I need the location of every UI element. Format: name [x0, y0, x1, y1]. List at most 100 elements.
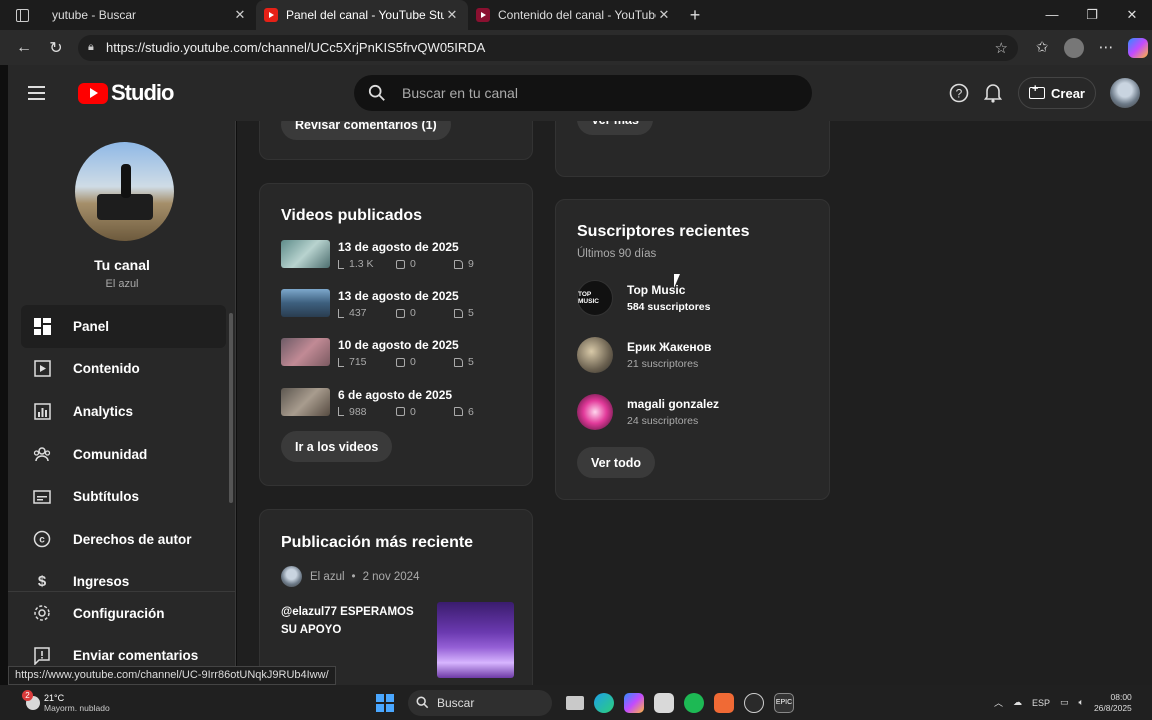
see-all-button[interactable]: Ver todo — [577, 447, 656, 478]
post-date: 2 nov 2024 — [362, 570, 420, 583]
file-explorer-icon[interactable] — [566, 695, 584, 710]
cloud-icon[interactable]: ☁ — [1013, 697, 1022, 708]
menu-icon[interactable] — [8, 86, 64, 100]
browser-tab-1[interactable]: ⌕ yutube - Buscar ✕ — [44, 0, 407, 30]
clock[interactable]: 08:00 26/8/2025 — [1094, 692, 1142, 714]
help-icon[interactable]: ? — [942, 76, 976, 110]
subscriber-avatar[interactable] — [577, 393, 613, 430]
like-icon — [454, 357, 463, 367]
tab-actions-icon[interactable] — [0, 0, 44, 30]
address-bar-row: ← ↻ 🔒︎ https://studio.youtube.com/channe… — [0, 30, 1152, 65]
like-icon — [454, 259, 463, 269]
profile-avatar[interactable] — [1064, 37, 1084, 58]
subscriber-avatar[interactable] — [577, 336, 613, 373]
url-field[interactable]: 🔒︎ https://studio.youtube.com/channel/UC… — [78, 34, 1018, 61]
see-more-button[interactable]: Ver más — [577, 121, 653, 135]
spotify-icon[interactable] — [684, 692, 704, 713]
close-icon[interactable]: ✕ — [232, 7, 248, 23]
subscriber-count: 24 suscriptores — [627, 414, 699, 427]
create-button[interactable]: Crear — [1018, 77, 1096, 109]
sidebar-item-subtitles[interactable]: Subtítulos — [21, 475, 226, 518]
youtube-icon — [476, 8, 490, 22]
start-button[interactable] — [376, 693, 394, 712]
site-info-icon[interactable]: 🔒︎ — [88, 41, 106, 54]
subscriber-row[interactable]: magali gonzalez 24 suscriptores — [577, 383, 817, 440]
notifications-bell-icon[interactable] — [976, 76, 1010, 110]
sidebar-item-analytics[interactable]: Analytics — [21, 390, 226, 433]
close-icon[interactable]: ✕ — [656, 7, 672, 23]
tray-chevron-icon[interactable]: ︿ — [994, 696, 1003, 709]
video-row[interactable]: 13 de agosto de 2025 437 0 5 — [281, 289, 521, 338]
latest-post-card: Publicación más reciente El azul • 2 nov… — [259, 509, 533, 685]
sidebar-item-copyright[interactable]: c Derechos de autor — [21, 518, 226, 561]
views-stat: 1.3 K — [338, 258, 396, 270]
notification-badge: 2 — [22, 689, 33, 701]
close-window-icon[interactable]: ✕ — [1112, 7, 1152, 23]
subscriber-row[interactable]: Ерик Жакенов 21 suscriptores — [577, 326, 817, 383]
weather-icon: 2 — [22, 689, 40, 710]
restore-icon[interactable]: ❐ — [1072, 7, 1112, 23]
sidebar-item-panel[interactable]: Panel — [21, 305, 226, 348]
refresh-icon[interactable]: ↻ — [40, 38, 72, 58]
taskbar-search-label: Buscar — [437, 695, 475, 710]
channel-avatar[interactable] — [75, 142, 174, 241]
favorite-star-icon[interactable]: ☆ — [995, 39, 1008, 57]
back-icon[interactable]: ← — [8, 39, 40, 57]
chatgpt-icon[interactable] — [744, 692, 764, 713]
video-row[interactable]: 13 de agosto de 2025 1.3 K 0 9 — [281, 240, 521, 289]
svg-text:?: ? — [956, 87, 963, 101]
comments-stat: 0 — [396, 406, 454, 418]
copilot-app-icon[interactable] — [624, 692, 644, 713]
youtube-logo-icon — [78, 82, 108, 104]
sidebar-item-settings[interactable]: Configuración — [21, 592, 235, 635]
language-indicator[interactable]: ESP — [1032, 698, 1050, 708]
weather-widget[interactable]: 2 21°C Mayorm. nublado — [22, 689, 110, 713]
post-image[interactable] — [437, 602, 514, 678]
video-row[interactable]: 6 de agosto de 2025 988 0 6 — [281, 387, 521, 437]
video-thumbnail[interactable] — [281, 338, 330, 367]
comment-icon — [396, 259, 405, 269]
logo-text: Studio — [111, 80, 174, 105]
comments-stat: 0 — [396, 258, 454, 270]
sidebar-item-community[interactable]: Comunidad — [21, 433, 226, 476]
store-icon[interactable] — [654, 692, 674, 713]
sidebar-scrollbar[interactable] — [229, 313, 233, 503]
taskbar-search[interactable]: Buscar — [408, 689, 552, 716]
video-thumbnail[interactable] — [281, 240, 330, 268]
new-tab-button[interactable]: + — [680, 5, 710, 26]
minimize-icon[interactable]: — — [1032, 7, 1072, 23]
studio-logo[interactable]: Studio — [78, 80, 174, 106]
published-videos-card: Videos publicados 13 de agosto de 2025 1… — [259, 183, 533, 486]
more-icon[interactable]: ⋯ — [1090, 38, 1122, 58]
close-icon[interactable]: ✕ — [444, 7, 460, 23]
clock-date: 26/8/2025 — [1093, 702, 1132, 713]
review-comments-button[interactable]: Revisar comentarios (1) — [281, 121, 451, 140]
edge-icon[interactable] — [594, 692, 614, 713]
card-title: Publicación más reciente — [281, 534, 474, 551]
comments-card: Revisar comentarios (1) — [259, 121, 533, 160]
volume-icon[interactable]: 🔈︎ — [1079, 697, 1084, 708]
account-avatar[interactable] — [1110, 78, 1140, 108]
network-icon[interactable]: ▭ — [1060, 697, 1069, 708]
search-input[interactable]: Buscar en tu canal — [354, 75, 812, 111]
studio-header: Studio Buscar en tu canal ? Crear — [8, 65, 1152, 121]
app-icon[interactable] — [714, 692, 734, 713]
browser-tab-3[interactable]: Contenido del canal - YouTube St ✕ — [468, 0, 680, 30]
favorites-icon[interactable]: ✩ — [1026, 38, 1058, 58]
create-video-icon — [1029, 83, 1046, 99]
browser-tab-2[interactable]: Panel del canal - YouTube Studio ✕ — [256, 0, 468, 30]
card-subtitle: Últimos 90 días — [577, 248, 657, 260]
video-thumbnail[interactable] — [281, 387, 330, 416]
epic-games-icon[interactable]: EPIC — [774, 692, 794, 713]
video-thumbnail[interactable] — [281, 289, 330, 318]
subscriber-count: 584 suscriptores — [627, 300, 711, 313]
taskbar: 2 21°C Mayorm. nublado Buscar EPIC ︿ ☁ E… — [0, 685, 1152, 720]
sidebar-item-label: Analytics — [73, 403, 134, 419]
subscriber-avatar[interactable]: TOP MUSIC — [577, 279, 613, 316]
sidebar-item-content[interactable]: Contenido — [21, 348, 226, 391]
copilot-icon[interactable] — [1128, 37, 1148, 58]
subscriber-row[interactable]: TOP MUSIC Top Music 584 suscriptores — [577, 269, 817, 326]
video-row[interactable]: 10 de agosto de 2025 715 0 5 — [281, 338, 521, 387]
post-author-avatar[interactable] — [281, 566, 302, 587]
go-to-videos-button[interactable]: Ir a los videos — [281, 431, 393, 462]
